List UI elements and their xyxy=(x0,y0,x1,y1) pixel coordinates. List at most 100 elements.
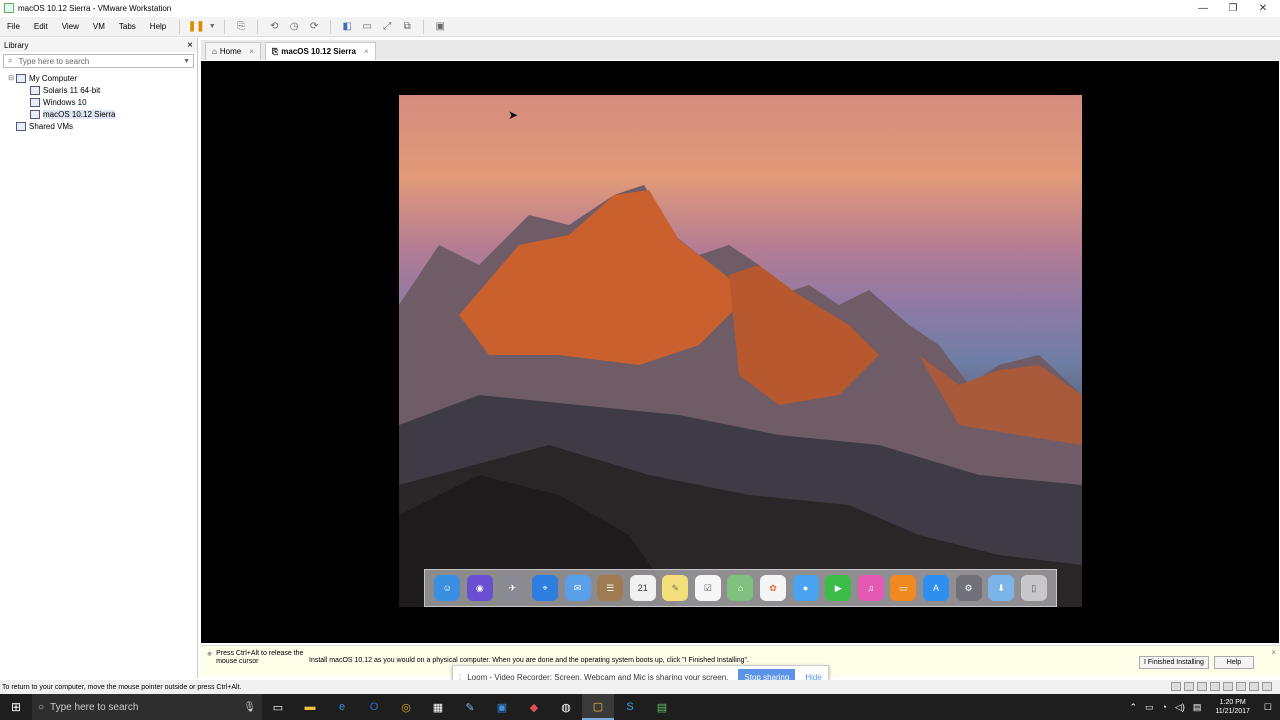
full-screen-icon[interactable]: ⤢ xyxy=(378,19,396,35)
chevron-down-icon[interactable]: ▼ xyxy=(207,19,217,35)
menu-vm[interactable]: VM xyxy=(86,22,112,31)
calendar-icon[interactable]: 21 xyxy=(629,575,656,601)
start-icon[interactable]: ⊞ xyxy=(0,694,32,720)
launchpad-icon[interactable]: ✈ xyxy=(499,575,526,601)
remote-desktop-icon[interactable]: ▣ xyxy=(486,694,518,720)
system-tray: ⌃ ▭ ◔ ◁) ▤ 1:20 PM 11/21/2017 ☐ xyxy=(1125,694,1280,720)
finished-installing-button[interactable]: I Finished Installing xyxy=(1139,656,1209,669)
battery-icon[interactable]: ▭ xyxy=(1145,702,1154,713)
tree-item-my-computer[interactable]: ⊟ My Computer xyxy=(0,72,197,84)
task-view-icon[interactable]: ▭ xyxy=(262,694,294,720)
pause-icon[interactable]: ❚❚ xyxy=(187,19,205,35)
network-tray-icon[interactable]: ◔ xyxy=(1162,702,1167,712)
vm-console[interactable]: ➤ ☺ ◉ ✈ ⌖ ✉ ☰ 21 ✎ ☑ ⌂ ✿ ● ▶ ♫ ▭ A ⚙ ⬇ ▯ xyxy=(201,61,1279,643)
facetime-icon[interactable]: ▶ xyxy=(825,575,852,601)
mail-icon[interactable]: ✉ xyxy=(564,575,591,601)
show-library-icon[interactable]: ◧ xyxy=(338,19,356,35)
file-explorer-icon[interactable]: ▬ xyxy=(294,694,326,720)
menu-help[interactable]: Help xyxy=(143,22,173,31)
library-search-input[interactable]: ⌕ Type here to search ▼ xyxy=(3,54,194,68)
menu-file[interactable]: File xyxy=(0,22,27,31)
microphone-icon[interactable]: 🎙 xyxy=(243,702,256,713)
message-log-icon[interactable] xyxy=(1262,682,1272,691)
thumbnail-bar-icon[interactable]: ▭ xyxy=(358,19,376,35)
tree-item-macos-sierra[interactable]: macOS 10.12 Sierra xyxy=(0,108,197,120)
finder-icon[interactable]: ☺ xyxy=(434,575,461,601)
release-cursor-hint: ⌖ Press Ctrl+Alt to release the mouse cu… xyxy=(207,649,304,666)
chevron-down-icon[interactable]: ▼ xyxy=(183,58,190,65)
close-window-button[interactable]: ✕ xyxy=(1248,0,1278,16)
printer-icon[interactable] xyxy=(1236,682,1246,691)
sound-card-icon[interactable] xyxy=(1223,682,1233,691)
help-button[interactable]: Help xyxy=(1214,656,1254,669)
console-view-icon[interactable]: ▣ xyxy=(431,19,449,35)
tree-item-windows10[interactable]: Windows 10 xyxy=(0,96,197,108)
action-center-icon[interactable]: ☐ xyxy=(1264,702,1272,713)
vmware-app-icon xyxy=(4,3,14,13)
contacts-icon[interactable]: ☰ xyxy=(597,575,624,601)
library-header: Library × xyxy=(0,38,197,52)
volume-icon[interactable]: ◁) xyxy=(1175,702,1185,713)
revert-snapshot-icon[interactable]: ◷ xyxy=(285,19,303,35)
skype-icon[interactable]: S xyxy=(614,694,646,720)
tab-macos-sierra[interactable]: ⎘ macOS 10.12 Sierra × xyxy=(264,42,376,60)
menu-view[interactable]: View xyxy=(55,22,86,31)
reminders-icon[interactable]: ☑ xyxy=(694,575,721,601)
menu-toolbar: File Edit View VM Tabs Help ❚❚ ▼ ⎘ ⟲ ◷ ⟳… xyxy=(0,17,1280,37)
toolbar-divider xyxy=(257,19,259,34)
tree-item-shared-vms[interactable]: Shared VMs xyxy=(0,120,197,132)
snapshot-icon[interactable]: ⟲ xyxy=(265,19,283,35)
paint-icon[interactable]: ◆ xyxy=(518,694,550,720)
tab-home[interactable]: ⌂ Home × xyxy=(205,42,261,60)
messages-icon[interactable]: ● xyxy=(792,575,819,601)
photos-icon[interactable]: ✿ xyxy=(760,575,787,601)
collapse-icon[interactable]: ⊟ xyxy=(6,74,16,82)
downloads-folder-icon[interactable]: ⬇ xyxy=(988,575,1015,601)
close-tab-macos[interactable]: × xyxy=(364,47,369,56)
edge-icon[interactable]: e xyxy=(326,694,358,720)
menu-tabs[interactable]: Tabs xyxy=(112,22,143,31)
calculator-icon[interactable]: ▦ xyxy=(422,694,454,720)
shared-vms-icon xyxy=(16,121,26,131)
notepad-icon[interactable]: ✎ xyxy=(454,694,486,720)
chevron-up-icon[interactable]: ⌃ xyxy=(1129,702,1137,713)
network-icon[interactable]: ◍ xyxy=(550,694,582,720)
library-search-placeholder: Type here to search xyxy=(18,56,90,66)
display-icon[interactable] xyxy=(1249,682,1259,691)
network-adapter-icon[interactable] xyxy=(1197,682,1207,691)
maximize-button[interactable]: ❐ xyxy=(1218,0,1248,16)
send-ctrl-alt-del-icon[interactable]: ⎘ xyxy=(232,19,250,35)
cd-drive-icon[interactable] xyxy=(1184,682,1194,691)
app-store-icon[interactable]: A xyxy=(922,575,949,601)
close-hint-button[interactable]: × xyxy=(1271,648,1276,657)
ibooks-icon[interactable]: ▭ xyxy=(890,575,917,601)
close-tab-home[interactable]: × xyxy=(249,47,254,56)
clock[interactable]: 1:20 PM 11/21/2017 xyxy=(1215,698,1250,716)
unity-icon[interactable]: ⧉ xyxy=(398,19,416,35)
outlook-icon[interactable]: O xyxy=(358,694,390,720)
itunes-icon[interactable]: ♫ xyxy=(857,575,884,601)
trash-icon[interactable]: ▯ xyxy=(1020,575,1047,601)
notepad-plus-icon[interactable]: ▤ xyxy=(646,694,678,720)
hard-disk-icon[interactable] xyxy=(1171,682,1181,691)
system-preferences-icon[interactable]: ⚙ xyxy=(955,575,982,601)
notes-icon[interactable]: ✎ xyxy=(662,575,689,601)
keyboard-icon[interactable]: ▤ xyxy=(1193,702,1202,713)
vmware-taskbar-icon[interactable]: ▢ xyxy=(582,694,614,720)
safari-icon[interactable]: ⌖ xyxy=(532,575,559,601)
snapshot-manager-icon[interactable]: ⟳ xyxy=(305,19,323,35)
minimize-button[interactable]: — xyxy=(1188,0,1218,16)
vm-icon xyxy=(30,109,40,119)
usb-controller-icon[interactable] xyxy=(1210,682,1220,691)
tree-item-solaris[interactable]: Solaris 11 64-bit xyxy=(0,84,197,96)
maps-icon[interactable]: ⌂ xyxy=(727,575,754,601)
menu-edit[interactable]: Edit xyxy=(27,22,55,31)
install-instructions: Install macOS 10.12 as you would on a ph… xyxy=(309,657,749,664)
vm-icon: ⎘ xyxy=(271,46,279,56)
close-library-button[interactable]: × xyxy=(187,40,193,51)
taskbar-search-input[interactable]: ○ Type here to search 🎙 xyxy=(32,694,262,720)
macos-desktop[interactable]: ➤ ☺ ◉ ✈ ⌖ ✉ ☰ 21 ✎ ☑ ⌂ ✿ ● ▶ ♫ ▭ A ⚙ ⬇ ▯ xyxy=(399,95,1082,607)
chrome-icon[interactable]: ◎ xyxy=(390,694,422,720)
toolbar-divider xyxy=(423,19,425,34)
siri-icon[interactable]: ◉ xyxy=(466,575,493,601)
